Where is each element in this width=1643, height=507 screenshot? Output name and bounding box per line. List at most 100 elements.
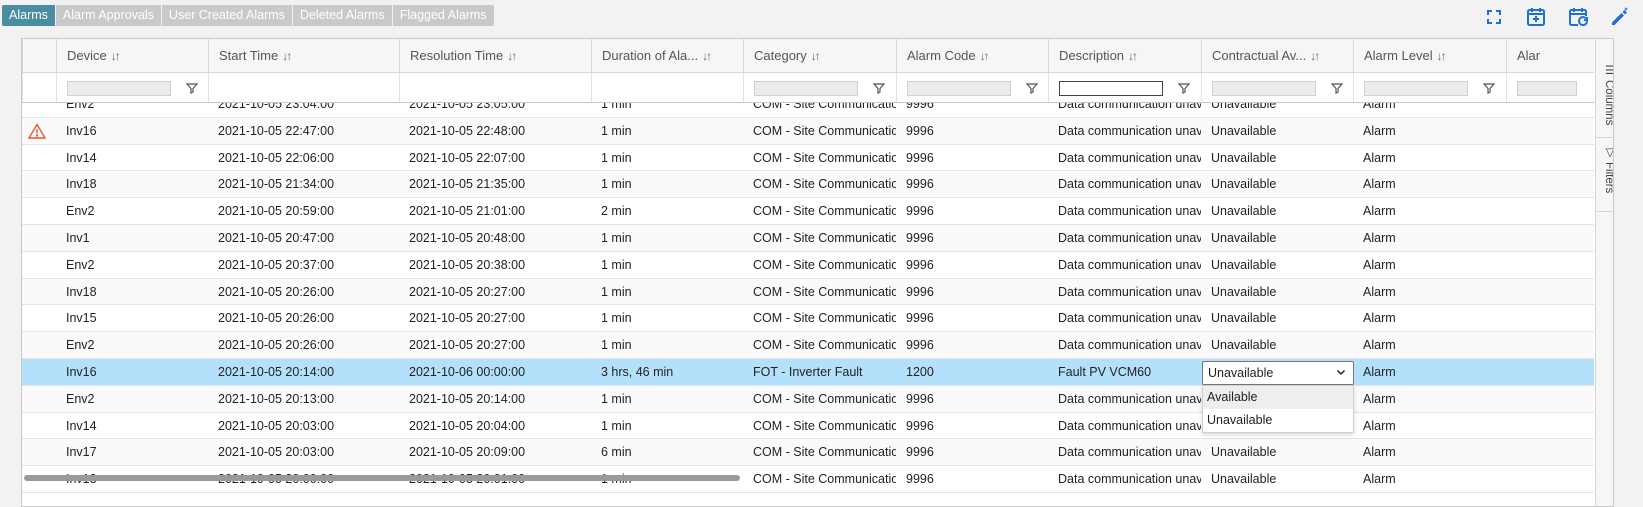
tab-alarm-approvals[interactable]: Alarm Approvals [55,5,161,26]
sort-icon[interactable]: ↓↑ [980,49,990,63]
cell-contractual[interactable]: Unavailable [1201,439,1353,465]
filter-icon[interactable] [1482,81,1496,95]
sort-icon[interactable]: ↓↑ [1310,49,1320,63]
cell-category: COM - Site Communicatio [753,150,896,165]
table-row[interactable]: Inv1 2021-10-05 20:47:00 2021-10-05 20:48:… [22,224,1594,252]
cell-contractual[interactable]: Unavailable [1201,103,1353,117]
sort-icon[interactable]: ↓↑ [702,49,712,63]
columns-panel-button[interactable]: ☰ Columns [1596,63,1613,138]
table-row[interactable]: Inv17 2021-10-05 20:03:00 2021-10-05 20:09… [22,439,1594,467]
row-status-cell [22,118,56,144]
filter-icon[interactable] [185,81,199,95]
cell-duration: 1 min [601,177,632,192]
cell-contractual[interactable]: Unavailable [1201,225,1353,251]
cell-level: Alarm [1363,103,1396,111]
header-alarm-level[interactable]: Alarm Level ↓↑ [1353,39,1506,72]
header-label: Start Time [219,48,279,63]
table-row[interactable]: Inv14 2021-10-05 22:06:00 2021-10-05 22:07… [22,144,1594,172]
header-category[interactable]: Category ↓↑ [743,39,896,72]
table-row[interactable]: Env2 2021-10-05 20:37:00 2021-10-05 20:38:… [22,251,1594,279]
header-label: Category [754,48,807,63]
tab-user-created-alarms[interactable]: User Created Alarms [161,5,292,26]
header-alarm-code[interactable]: Alarm Code ↓↑ [896,39,1048,72]
contractual-filter-input[interactable] [1212,81,1316,96]
cell-contractual[interactable]: Unavailable [1201,118,1353,144]
cell-resolution: 2021-10-05 20:14:00 [409,391,526,406]
cell-contractual[interactable]: Unavailable [1201,332,1353,358]
cell-level: Alarm [1363,230,1396,245]
cell-device: Inv18 [66,284,97,299]
tab-flagged-alarms[interactable]: Flagged Alarms [392,5,494,26]
table-row[interactable]: Env2 2021-10-05 20:59:00 2021-10-05 21:01:… [22,198,1594,225]
header-label: Alar [1517,48,1541,63]
cell-category: COM - Site Communicatio [753,338,896,353]
sort-icon[interactable]: ↓↑ [811,49,821,63]
cell-start: 2021-10-05 20:59:00 [218,204,335,219]
cell-duration: 6 min [601,445,632,460]
header-resolution-time[interactable]: Resolution Time ↓↑ [399,39,591,72]
cell-resolution: 2021-10-05 20:09:00 [409,445,526,460]
extra-filter-input[interactable] [1517,81,1577,96]
table-row[interactable]: Inv15 2021-10-05 20:26:00 2021-10-05 20:27… [22,305,1594,333]
sort-icon[interactable]: ↓↑ [111,49,121,63]
row-status-cell [22,279,56,305]
cell-contractual[interactable]: Unavailable [1201,466,1353,492]
table-row[interactable]: Env2 2021-10-05 20:13:00 2021-10-05 20:14:… [22,385,1594,413]
cell-contractual[interactable]: Unavailable [1201,198,1353,224]
table-row[interactable]: Inv16 2021-10-05 20:14:00 2021-10-06 00:00… [22,358,1594,386]
filters-panel-button[interactable]: ▽ Filters [1596,145,1613,215]
contractual-availability-select[interactable]: Unavailable [1202,361,1354,385]
calendar-refresh-icon[interactable] [1567,6,1589,28]
cell-category: COM - Site Communicatio [753,230,896,245]
filter-icon[interactable] [872,81,886,95]
cell-description: Data communication unav [1058,177,1201,192]
cell-level: Alarm [1363,311,1396,326]
sort-icon[interactable]: ↓↑ [1437,49,1447,63]
option-available[interactable]: Available [1203,386,1353,409]
cell-contractual[interactable]: Unavailable [1201,279,1353,305]
table-row[interactable]: Inv16 2021-10-05 22:47:00 2021-10-05 22:48… [22,117,1594,145]
cell-contractual[interactable]: Unavailable [1201,252,1353,278]
cell-duration: 2 min [601,204,632,219]
alarm-level-filter-input[interactable] [1364,81,1468,96]
cell-contractual[interactable]: Unavailable [1201,145,1353,171]
option-unavailable[interactable]: Unavailable [1203,409,1353,432]
sort-icon[interactable]: ↓↑ [1128,49,1138,63]
header-contractual-availability[interactable]: Contractual Av... ↓↑ [1201,39,1353,72]
table-row[interactable]: Env2 2021-10-05 23:04:00 2021-10-05 23:05:… [22,103,1594,118]
chevron-down-icon [1335,366,1347,378]
description-filter-input[interactable] [1059,81,1163,96]
tab-deleted-alarms[interactable]: Deleted Alarms [292,5,392,26]
filter-icon[interactable] [1330,81,1344,95]
category-filter-input[interactable] [754,81,858,96]
cell-duration: 1 min [601,311,632,326]
table-row[interactable]: Inv14 2021-10-05 20:03:00 2021-10-05 20:04… [22,412,1594,440]
header-alarm-extra[interactable]: Alar [1506,39,1594,72]
device-filter-input[interactable] [67,81,171,96]
filter-icon[interactable] [1025,81,1039,95]
tab-alarms[interactable]: Alarms [2,5,55,26]
filter-icon[interactable] [1177,81,1191,95]
table-row[interactable]: Env2 2021-10-05 20:26:00 2021-10-05 20:27:… [22,332,1594,359]
fullscreen-icon[interactable] [1483,6,1505,28]
side-panel: ☰ Columns ▽ Filters [1595,39,1613,506]
cell-level: Alarm [1363,391,1396,406]
header-start-time[interactable]: Start Time ↓↑ [208,39,399,72]
sort-icon[interactable]: ↓↑ [507,49,517,63]
cell-device: Inv14 [66,418,97,433]
alarm-code-filter-input[interactable] [907,81,1011,96]
sort-icon[interactable]: ↓↑ [282,49,292,63]
header-label: Duration of Ala... [602,48,699,63]
table-row[interactable]: Inv18 2021-10-05 20:26:00 2021-10-05 20:27… [22,278,1594,306]
horizontal-scrollbar[interactable] [24,475,740,481]
header-description[interactable]: Description ↓↑ [1048,39,1201,72]
header-label: Alarm Level [1364,48,1433,63]
cell-duration: 1 min [601,391,632,406]
header-duration[interactable]: Duration of Ala... ↓↑ [591,39,743,72]
cell-contractual[interactable]: Unavailable [1201,305,1353,331]
calendar-add-icon[interactable] [1525,6,1547,28]
table-row[interactable]: Inv18 2021-10-05 21:34:00 2021-10-05 21:35… [22,171,1594,199]
cell-contractual[interactable]: Unavailable [1201,171,1353,197]
edit-pencil-icon[interactable] [1609,6,1631,28]
header-device[interactable]: Device ↓↑ [56,39,208,72]
